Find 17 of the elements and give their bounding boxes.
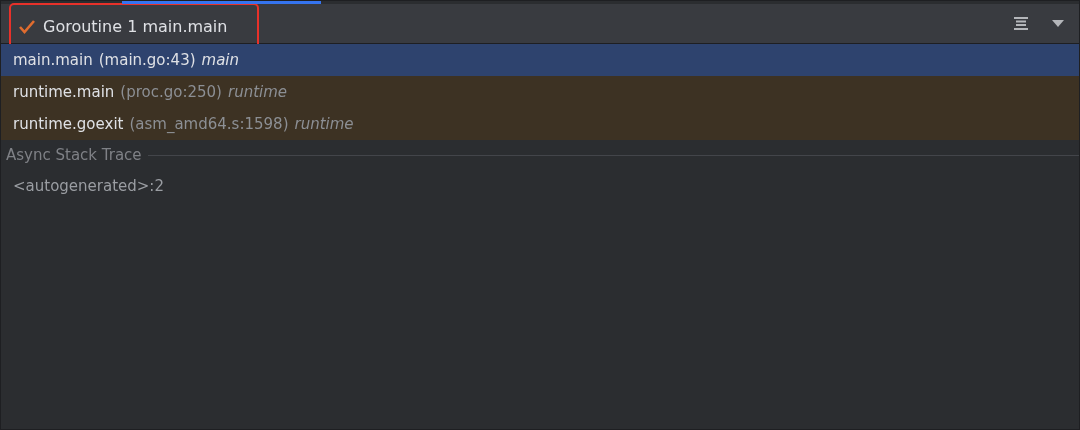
- function-name: runtime.main: [13, 81, 115, 103]
- function-name: main.main: [13, 49, 93, 71]
- frame-location: (proc.go:250): [120, 81, 222, 103]
- dropdown-caret-icon[interactable]: [1051, 19, 1064, 28]
- goroutine-selector[interactable]: Goroutine 1 main.main: [13, 10, 234, 43]
- frame-location: (main.go:43): [98, 49, 196, 71]
- frame-location: (asm_amd64.s:1598): [129, 113, 289, 135]
- async-frame[interactable]: <autogenerated>:2: [1, 166, 1079, 197]
- filter-icon[interactable]: [1013, 15, 1029, 32]
- stack-frame-row[interactable]: main.main (main.go:43) main: [1, 44, 1079, 76]
- stack-frame-row[interactable]: runtime.goexit (asm_amd64.s:1598) runtime: [1, 108, 1079, 140]
- function-name: runtime.goexit: [13, 113, 124, 135]
- stack-frame-row[interactable]: runtime.main (proc.go:250) runtime: [1, 76, 1079, 108]
- package-name: runtime: [294, 113, 354, 135]
- package-name: main: [201, 49, 239, 71]
- section-title: Async Stack Trace: [6, 145, 142, 166]
- package-name: runtime: [227, 81, 288, 103]
